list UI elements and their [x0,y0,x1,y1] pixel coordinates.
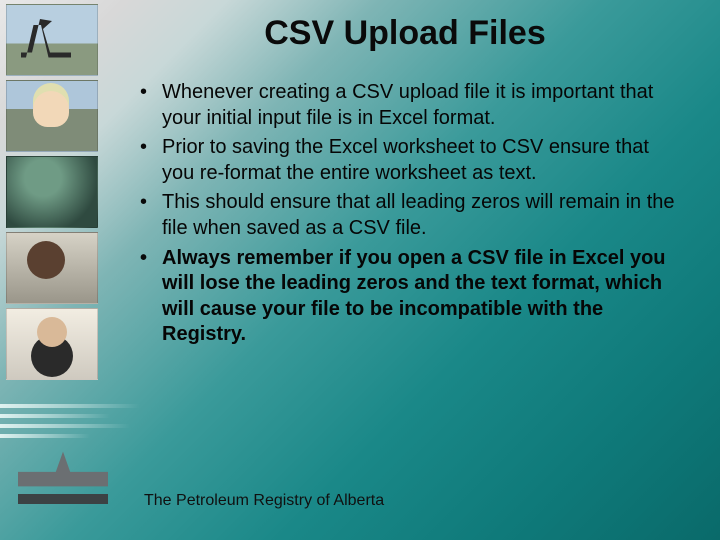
slide-footer: The Petroleum Registry of Alberta [144,492,384,510]
bullet-item: This should ensure that all leading zero… [140,190,680,241]
slide-body: Whenever creating a CSV upload file it i… [140,80,680,352]
bullet-item: Always remember if you open a CSV file i… [140,246,680,348]
sidebar-photo-field [6,156,98,228]
sidebar-photo-pumpjack [6,4,98,76]
slide-title-area: CSV Upload Files [120,14,690,53]
sidebar-photo-executive [6,308,98,380]
sidebar-photo-phone [6,232,98,304]
registry-logo [18,440,108,514]
bullet-item: Whenever creating a CSV upload file it i… [140,80,680,131]
bullet-item: Prior to saving the Excel worksheet to C… [140,135,680,186]
sidebar-photo-worker [6,80,98,152]
bullet-list: Whenever creating a CSV upload file it i… [140,80,680,348]
slide-title: CSV Upload Files [120,14,690,53]
